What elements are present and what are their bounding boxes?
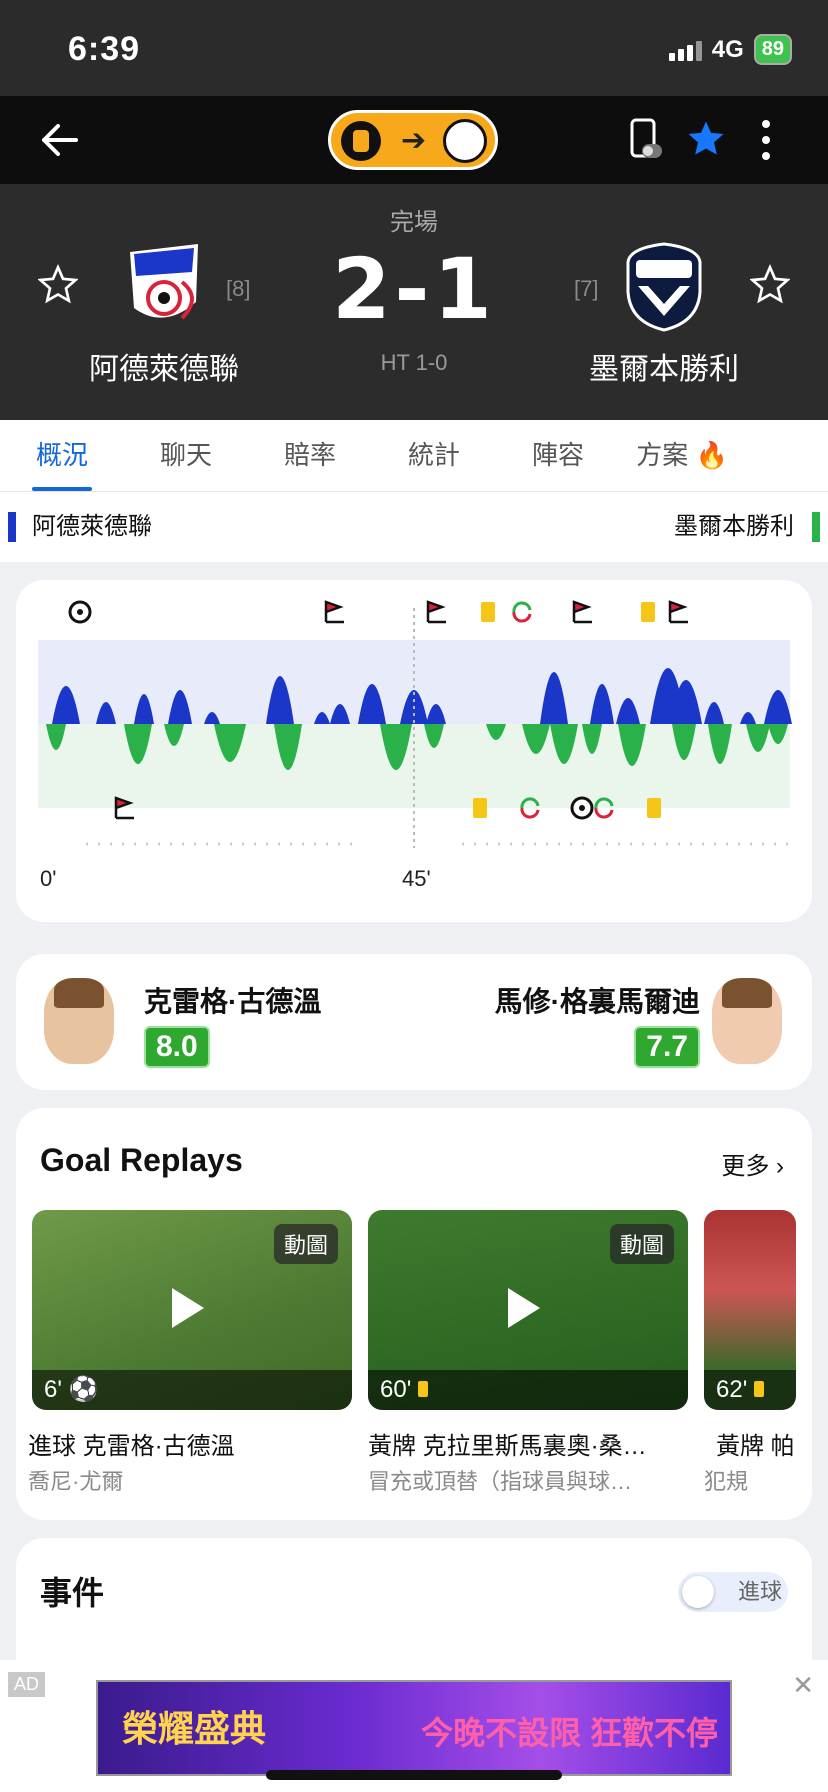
away-team-logo[interactable] xyxy=(624,242,704,332)
arrow-right-icon: ➔ xyxy=(401,124,427,157)
yellow-card-icon xyxy=(647,798,661,818)
clip-subtitle: 犯規 xyxy=(704,1469,749,1494)
gif-badge: 動圖 xyxy=(273,1224,338,1264)
home-player-name: 克雷格·古德溫 xyxy=(144,986,322,1017)
battery-icon: 89 xyxy=(753,34,792,65)
tab-chat[interactable]: 聊天 xyxy=(124,420,248,491)
status-indicators: 4G 89 xyxy=(668,34,792,65)
status-time: 6:39 xyxy=(68,30,141,68)
tab-odds[interactable]: 賠率 xyxy=(248,420,372,491)
away-rank: [7] xyxy=(574,276,599,301)
phone-toggle-icon[interactable] xyxy=(628,118,664,162)
back-arrow-icon[interactable] xyxy=(36,116,86,164)
chevron-right-icon: › xyxy=(776,1153,784,1180)
status-bar: 6:39 4G 89 xyxy=(0,0,828,96)
close-icon[interactable]: ✕ xyxy=(792,1670,814,1701)
tab-stats[interactable]: 統計 xyxy=(372,420,496,491)
team-legend-bar: 阿德萊德聯 墨爾本勝利 xyxy=(0,492,828,562)
timeline-start-label: 0' xyxy=(40,866,57,891)
clip-subtitle: 喬尼·尤爾 xyxy=(28,1469,124,1494)
momentum-chart-card: 0' 45' xyxy=(16,580,812,922)
ad-left-text: 榮耀盛典 xyxy=(122,1708,267,1749)
clip-title: 黃牌 帕 xyxy=(716,1433,795,1460)
clip-minute: 60' xyxy=(380,1376,428,1404)
home-team-name[interactable]: 阿德萊德聯 xyxy=(44,344,284,388)
tab-lineup[interactable]: 陣容 xyxy=(496,420,620,491)
star-filled-icon[interactable] xyxy=(686,118,726,158)
gif-badge: 動圖 xyxy=(609,1224,674,1264)
corner-flag-icon xyxy=(668,600,688,624)
clip-minute: 6' ⚽ xyxy=(44,1376,99,1403)
away-player-rating: 7.7 xyxy=(634,1026,700,1068)
goals-only-toggle[interactable]: 進球 xyxy=(678,1572,788,1612)
events-title: 事件 xyxy=(40,1575,105,1611)
replay-clip[interactable]: 動圖 60' xyxy=(368,1210,688,1410)
home-player-rating: 8.0 xyxy=(144,1026,210,1068)
play-icon xyxy=(172,1288,204,1328)
home-player-avatar xyxy=(44,978,114,1064)
match-status: 完場 xyxy=(390,209,438,236)
ad-banner[interactable]: 榮耀盛典 今晚不設限 狂歡不停 xyxy=(96,1680,732,1776)
events-card: 事件 進球 xyxy=(16,1538,812,1678)
more-label: 更多 xyxy=(721,1153,770,1180)
away-player-name: 馬修·格裏馬爾迪 xyxy=(494,986,700,1017)
goal-replays-card: Goal Replays 更多 › 動圖 6' ⚽ 進球 克雷格·古德溫 喬尼·… xyxy=(16,1108,812,1520)
away-team-name[interactable]: 墨爾本勝利 xyxy=(544,344,784,388)
clip-minute: 62' xyxy=(716,1376,764,1404)
network-type: 4G xyxy=(711,35,744,63)
ad-banner-area: AD ✕ 榮耀盛典 今晚不設限 狂歡不停 xyxy=(0,1660,828,1792)
away-team-legend: 墨爾本勝利 xyxy=(674,512,820,542)
away-favorite-star-icon[interactable] xyxy=(750,264,790,304)
replays-title: Goal Replays xyxy=(40,1142,243,1178)
home-team-mini-logo xyxy=(341,121,381,161)
tab-bar: 概況 聊天 賠率 統計 陣容 方案 🔥 xyxy=(0,420,828,492)
top-nav: ➔ xyxy=(0,96,828,184)
away-player-avatar xyxy=(712,978,782,1064)
replay-clip[interactable]: 62' xyxy=(704,1210,796,1410)
corner-flag-icon xyxy=(572,600,592,624)
signal-icon xyxy=(668,39,702,61)
yellow-card-icon xyxy=(641,602,655,622)
yellow-card-icon xyxy=(473,798,487,818)
home-team-legend: 阿德萊德聯 xyxy=(8,512,152,542)
more-menu-icon[interactable] xyxy=(756,118,776,162)
ad-tag: AD xyxy=(8,1672,46,1697)
corner-flag-icon xyxy=(324,600,344,624)
yellow-card-icon xyxy=(481,602,495,622)
timeline-half-label: 45' xyxy=(402,866,431,891)
score-header: 完場 [8] 2-1 HT 1-0 [7] 阿德萊德聯 墨爾本勝利 xyxy=(0,184,828,420)
clip-subtitle: 冒充或頂替（指球員與球… xyxy=(368,1469,633,1494)
fire-icon: 🔥 xyxy=(695,440,728,470)
team-switch-button[interactable]: ➔ xyxy=(328,110,498,170)
away-team-mini-logo xyxy=(443,119,487,163)
tab-overview[interactable]: 概況 xyxy=(0,420,124,491)
tab-tips[interactable]: 方案 🔥 xyxy=(620,420,744,491)
player-ratings-card[interactable]: 克雷格·古德溫 8.0 馬修·格裏馬爾迪 7.7 xyxy=(16,954,812,1090)
corner-flag-icon xyxy=(426,600,446,624)
substitution-icon xyxy=(512,601,532,613)
clip-title: 進球 克雷格·古德溫 xyxy=(28,1433,235,1460)
replay-clip[interactable]: 動圖 6' ⚽ xyxy=(32,1210,352,1410)
home-indicator xyxy=(266,1770,562,1780)
clip-title: 黃牌 克拉里斯馬裏奧·桑… xyxy=(368,1433,647,1460)
tab-tips-label: 方案 xyxy=(636,440,689,470)
play-icon xyxy=(508,1288,540,1328)
ad-right-text: 今晚不設限 狂歡不停 xyxy=(421,1715,718,1751)
more-link[interactable]: 更多 › xyxy=(721,1146,784,1181)
